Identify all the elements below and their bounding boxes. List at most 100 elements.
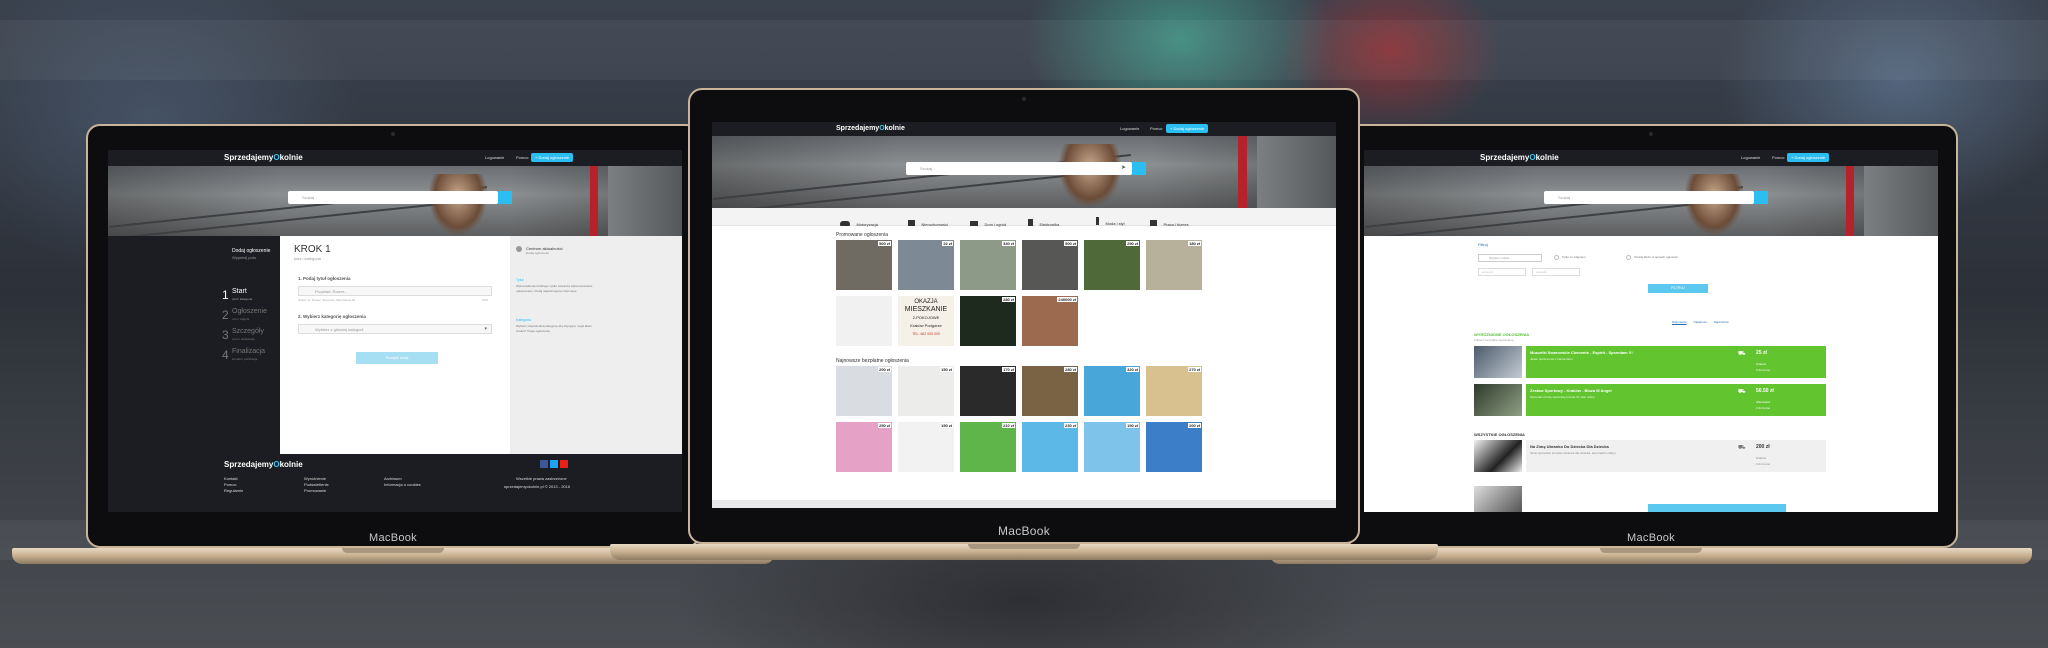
listing-price: 500 zł	[1064, 241, 1077, 246]
filter-button[interactable]: FILTRUJ	[1648, 284, 1708, 293]
listing-thumbnail[interactable]: 190 zł	[1084, 422, 1140, 472]
listing-thumbnail[interactable]: 170 zł	[960, 366, 1016, 416]
listing-thumbnail[interactable]	[1474, 384, 1522, 416]
listing-title[interactable]: Na Zimę Ubranko Do Dziecka Dla Dziecka	[1530, 444, 1609, 449]
flat-ad-line: OKAZJA	[914, 299, 938, 305]
add-listing-button[interactable]: + Dodaj ogłoszenie	[1166, 124, 1209, 133]
flat-ad-line: 2-POKOJOWE	[912, 315, 940, 320]
facebook-icon[interactable]	[540, 460, 548, 468]
cart-icon[interactable]: ⛟	[1738, 444, 1746, 452]
site-logo[interactable]: SprzedajemyOkolnie	[836, 125, 905, 132]
category-dom-i-ogrod[interactable]: Dom i ogród	[970, 213, 1006, 231]
step-2[interactable]: 2 Ogłoszenie opis i zdjęcia	[222, 306, 267, 326]
listing-thumbnail[interactable]: 270 zł	[1146, 366, 1202, 416]
category-motoryzacja[interactable]: Motoryzacja	[840, 213, 878, 231]
footer-link[interactable]: Regulamin	[224, 488, 243, 494]
listing-thumbnail[interactable]: 230 zł	[1022, 422, 1078, 472]
listing-thumbnail[interactable]	[836, 296, 892, 346]
listing-thumbnail[interactable]	[1474, 346, 1522, 378]
listing-title[interactable]: Zestaw Sportowy - Kraków - Bluza M Angel	[1530, 388, 1612, 393]
footer-link[interactable]: Informacja o cookies	[384, 482, 421, 488]
listing-thumbnail[interactable]: 180 zł	[1146, 240, 1202, 290]
featured-listing[interactable]: Muszelki Swarovskie Clemente - Espirit -…	[1474, 346, 1826, 378]
listing-row[interactable]: Na Zimę Ubranko Do Dziecka Dla Dziecka T…	[1474, 440, 1826, 472]
search-description-checkbox[interactable]	[1626, 255, 1631, 260]
nav-help[interactable]: Pomoc	[516, 155, 528, 160]
listing-thumbnail[interactable]: 280 zł	[960, 296, 1016, 346]
search-input[interactable]: Szukaj...	[1544, 191, 1754, 204]
listing-thumbnail[interactable]: 290 zł	[1084, 240, 1140, 290]
search-input[interactable]: Szukaj...	[288, 191, 498, 204]
car-icon	[840, 221, 850, 226]
sort-newest[interactable]: Najnowsze	[1672, 320, 1687, 324]
listing-price: 190 zł	[1126, 423, 1139, 428]
listing-thumbnail[interactable]: 320 zł	[1084, 366, 1140, 416]
featured-listing[interactable]: Zestaw Sportowy - Kraków - Bluza M Angel…	[1474, 384, 1826, 416]
listing-thumbnail[interactable]: 500 zł	[836, 240, 892, 290]
listing-thumbnail[interactable]: 500 zł	[1022, 240, 1078, 290]
site-logo[interactable]: SprzedajemyOkolnie	[224, 153, 303, 162]
footer-link[interactable]: Promowanie	[304, 488, 329, 494]
listing-thumbnail[interactable]: 190 zł	[898, 422, 954, 472]
nav-login[interactable]: Logowanie	[1741, 155, 1760, 160]
site-logo[interactable]: SprzedajemyOkolnie	[1480, 153, 1559, 162]
search-button[interactable]	[1132, 162, 1146, 175]
listing-thumbnail[interactable]: 200 zł	[836, 366, 892, 416]
cart-icon[interactable]: ⛟	[1738, 350, 1746, 358]
add-listing-button[interactable]: + Dodaj ogłoszenie	[531, 153, 574, 162]
step-3[interactable]: 3 Szczegóły cena i lokalizacja	[222, 326, 264, 346]
listing-thumbnail[interactable]: OKAZJA MIESZKANIE 2-POKOJOWE Kraków Podgórz…	[898, 296, 954, 346]
title-input[interactable]: Przykład: Rower...	[298, 286, 492, 296]
next-step-button[interactable]: Przejdź dalej	[356, 352, 438, 364]
youtube-icon[interactable]	[560, 460, 568, 468]
listing-thumbnail[interactable]: 22 zł	[898, 240, 954, 290]
price-to-input[interactable]: cena do	[1532, 268, 1580, 276]
search-button[interactable]	[1754, 191, 1768, 204]
flat-ad-line: MIESZKANIE	[904, 306, 948, 313]
nav-help[interactable]: Pomoc	[1772, 155, 1784, 160]
sort-expensive[interactable]: Najdroższe	[1714, 320, 1729, 324]
category-praca-i-biznes[interactable]: Praca i biznes	[1150, 213, 1189, 231]
location-icon: ➤	[1120, 165, 1126, 171]
add-listing-button[interactable]: + Dodaj ogłoszenie	[1787, 153, 1830, 162]
background-light-streak	[0, 20, 2048, 80]
listing-row-partial[interactable]	[1474, 486, 1522, 512]
pagination-bar[interactable]	[1648, 504, 1786, 512]
listing-price: 200 zł	[878, 367, 891, 372]
listing-thumbnail[interactable]	[1474, 440, 1522, 472]
laptop-brand-label: MacBook	[1627, 532, 1675, 544]
listing-thumbnail[interactable]: 210 zł	[960, 422, 1016, 472]
listing-price: 340 zł	[1002, 241, 1015, 246]
footer-col-1: Kontakt Pomoc Regulamin	[224, 476, 243, 494]
search-button[interactable]	[498, 191, 512, 204]
price-from-input[interactable]: cena od	[1478, 268, 1526, 276]
step-4[interactable]: 4 Finalizacja kontakt i publikacja	[222, 346, 265, 366]
listing-thumbnail[interactable]: 280 zł	[1022, 366, 1078, 416]
sort-cheapest[interactable]: Najtańsze	[1694, 320, 1707, 324]
category-moda-i-styl[interactable]: Moda i styl	[1096, 212, 1125, 230]
nav-login[interactable]: Logowanie	[1120, 126, 1139, 131]
hero-banner: Szukaj...	[108, 166, 682, 236]
listing-thumbnail[interactable]: 150 zł	[898, 366, 954, 416]
listing-title[interactable]: Muszelki Swarovskie Clemente - Espirit -…	[1530, 350, 1633, 355]
sofa-icon	[970, 221, 978, 226]
listing-thumbnail[interactable]: 200 zł	[1146, 422, 1202, 472]
nav-help[interactable]: Pomoc	[1150, 126, 1162, 131]
photo-only-checkbox[interactable]	[1554, 255, 1559, 260]
nav-login[interactable]: Logowanie	[485, 155, 504, 160]
category-nieruchomosci[interactable]: Nieruchomości	[908, 213, 948, 231]
listing-thumbnail[interactable]: 240000 zł	[1022, 296, 1078, 346]
search-input[interactable]: Szukaj... ➤	[906, 162, 1132, 175]
category-select[interactable]: Wybierz z głównej kategorii ▾	[298, 324, 492, 334]
category-elektronika[interactable]: Elektronika	[1028, 213, 1059, 231]
person-icon	[1096, 217, 1099, 225]
hero-red-pillar	[1238, 136, 1247, 208]
city-select[interactable]: Wybierz miasto	[1478, 254, 1542, 262]
listing-price: 280 zł	[1064, 367, 1077, 372]
twitter-icon[interactable]	[550, 460, 558, 468]
cart-icon[interactable]: ⛟	[1738, 388, 1746, 396]
step-1[interactable]: 1 Start tytuł i kategoria	[222, 286, 252, 306]
listing-thumbnail[interactable]: 250 zł	[836, 422, 892, 472]
listing-price: 200 zł	[1756, 444, 1770, 450]
listing-thumbnail[interactable]: 340 zł	[960, 240, 1016, 290]
